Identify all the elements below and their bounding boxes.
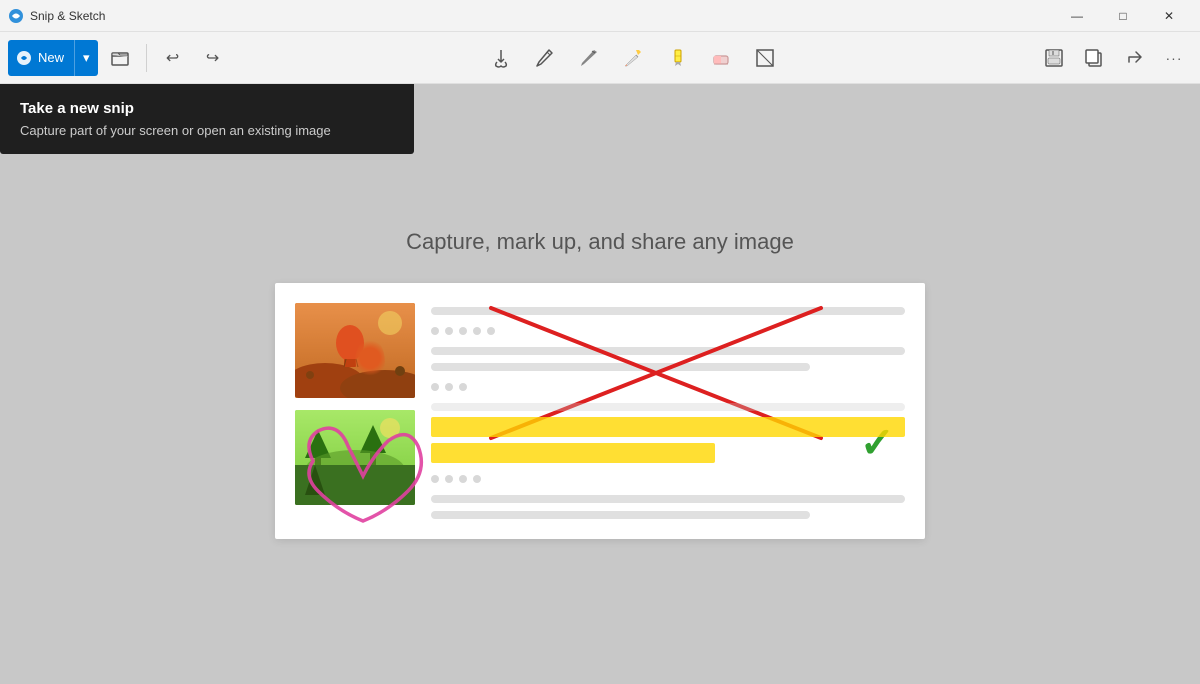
arrow-icon: ▾ xyxy=(83,50,90,66)
tooltip-description: Capture part of your screen or open an e… xyxy=(20,123,394,138)
new-label: New xyxy=(38,50,64,65)
title-bar-left: Snip & Sketch xyxy=(8,8,105,24)
toolbar-separator-1 xyxy=(146,44,147,72)
new-button[interactable]: New ▾ xyxy=(8,40,98,76)
maximize-button[interactable]: □ xyxy=(1100,0,1146,32)
heart-drawing-svg xyxy=(293,421,433,529)
ruler-icon xyxy=(755,48,775,68)
copy-button[interactable] xyxy=(1076,40,1112,76)
demo-lines xyxy=(431,303,905,519)
demo-dot xyxy=(431,383,439,391)
new-snip-icon xyxy=(16,50,32,66)
demo-dot xyxy=(459,327,467,335)
demo-images xyxy=(295,303,415,519)
pencil-button[interactable] xyxy=(615,40,651,76)
calligraphy-icon xyxy=(579,48,599,68)
demo-dot xyxy=(473,475,481,483)
title-bar-controls: — □ ✕ xyxy=(1054,0,1192,32)
demo-image-1 xyxy=(295,303,415,398)
demo-dots-3 xyxy=(431,475,905,483)
new-button-main[interactable]: New xyxy=(8,40,75,76)
highlight-area xyxy=(431,403,905,463)
highlighter-icon xyxy=(667,48,687,68)
demo-dot xyxy=(445,383,453,391)
demo-dot xyxy=(459,475,467,483)
copy-icon xyxy=(1084,48,1104,68)
close-button[interactable]: ✕ xyxy=(1146,0,1192,32)
demo-card-inner: ✓ xyxy=(275,283,925,539)
toolbar-left: New ▾ ↩ ↪ xyxy=(8,40,231,76)
eraser-button[interactable] xyxy=(703,40,739,76)
demo-dot xyxy=(459,383,467,391)
tooltip-title: Take a new snip xyxy=(20,100,394,117)
demo-line-2 xyxy=(431,347,905,355)
new-dropdown-arrow[interactable]: ▾ xyxy=(75,40,98,76)
share-button[interactable] xyxy=(1116,40,1152,76)
app-icon xyxy=(8,8,24,24)
demo-dot xyxy=(445,327,453,335)
pencil-icon xyxy=(623,48,643,68)
minimize-button[interactable]: — xyxy=(1054,0,1100,32)
ballpoint-pen-button[interactable] xyxy=(527,40,563,76)
toolbar: New ▾ ↩ ↪ xyxy=(0,32,1200,84)
tooltip-popup: Take a new snip Capture part of your scr… xyxy=(0,84,414,154)
ruler-button[interactable] xyxy=(747,40,783,76)
undo-icon: ↩ xyxy=(166,48,179,68)
demo-card: ✓ xyxy=(275,283,925,539)
main-content: Capture, mark up, and share any image xyxy=(0,84,1200,684)
demo-dots-1 xyxy=(431,327,905,335)
yellow-highlight-1 xyxy=(431,417,905,437)
demo-line-6 xyxy=(431,511,810,519)
highlighter-button[interactable] xyxy=(659,40,695,76)
demo-line-5 xyxy=(431,495,905,503)
share-icon xyxy=(1124,48,1144,68)
calligraphy-pen-button[interactable] xyxy=(571,40,607,76)
more-button[interactable]: ··· xyxy=(1156,40,1192,76)
touch-select-button[interactable] xyxy=(483,40,519,76)
touch-icon xyxy=(491,48,511,68)
redo-icon: ↪ xyxy=(206,48,219,68)
demo-dots-2 xyxy=(431,383,905,391)
main-heading: Capture, mark up, and share any image xyxy=(406,229,794,255)
demo-line-1 xyxy=(431,307,905,315)
demo-line-4 xyxy=(431,403,905,411)
title-bar: Snip & Sketch — □ ✕ xyxy=(0,0,1200,32)
demo-line-3 xyxy=(431,363,810,371)
balloon-scene-svg xyxy=(295,303,415,398)
open-file-button[interactable] xyxy=(102,40,138,76)
app-title: Snip & Sketch xyxy=(30,9,105,23)
demo-dot xyxy=(473,327,481,335)
demo-dot xyxy=(445,475,453,483)
undo-button[interactable]: ↩ xyxy=(155,40,191,76)
yellow-highlight-2 xyxy=(431,443,715,463)
demo-dot xyxy=(431,475,439,483)
demo-content-area: ✓ xyxy=(431,303,905,519)
demo-dot xyxy=(487,327,495,335)
folder-icon xyxy=(111,49,129,67)
pen-icon xyxy=(535,48,555,68)
redo-button[interactable]: ↪ xyxy=(195,40,231,76)
toolbar-right: ··· xyxy=(1036,40,1192,76)
eraser-icon xyxy=(711,48,731,68)
save-button[interactable] xyxy=(1036,40,1072,76)
save-icon xyxy=(1044,48,1064,68)
more-icon: ··· xyxy=(1166,50,1183,66)
demo-dot xyxy=(431,327,439,335)
toolbar-center xyxy=(235,40,1032,76)
